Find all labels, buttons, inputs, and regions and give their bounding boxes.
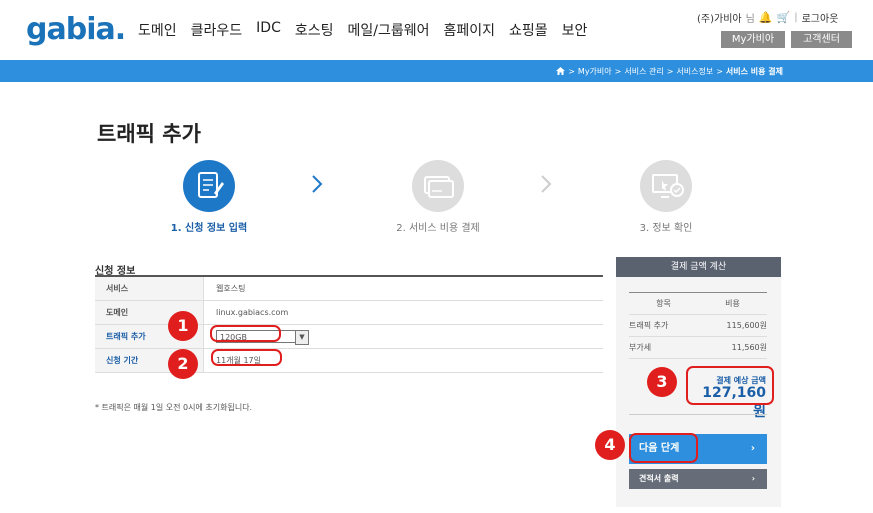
nav-shopping-mall[interactable]: 쇼핑몰 [509,20,548,40]
chevron-right-icon: › [751,474,755,483]
chevron-right-icon: › [750,443,755,454]
step-2-circle [412,160,464,212]
table-row: 트래픽 추가 115,600원 [629,315,767,337]
domain-value: linux.gabiacs.com [216,308,289,317]
gabia-logo[interactable]: gabia. [26,12,126,47]
nav-homepage[interactable]: 홈페이지 [444,20,496,40]
user-name: (주)가비아 [697,14,742,25]
nav-domain[interactable]: 도메인 [138,20,177,40]
cart-icon[interactable]: 🛒 [777,11,791,24]
step-2-label: 2. 서비스 비용 결제 [396,223,480,234]
chevron-right-icon [311,174,323,199]
print-quote-button[interactable]: 견적서 출력 › [629,469,767,489]
table-row: 부가세 11,560원 [629,337,767,359]
breadcrumb: > My가비아 > 서비스 관리 > 서비스정보 > 서비스 비용 결제 [556,66,783,77]
breadcrumb-item-my-gabia[interactable]: My가비아 [578,66,612,77]
breadcrumb-current: 서비스 비용 결제 [725,67,783,76]
service-value: 웹호스팅 [216,284,246,293]
divider: | [794,12,798,23]
breadcrumb-item-service-info[interactable]: 서비스정보 [676,66,713,77]
summary-table: 항목 비용 트래픽 추가 115,600원 부가세 11,560원 [629,292,767,359]
logout-link[interactable]: 로그아웃 [802,10,839,25]
user-suffix: 님 [745,14,755,25]
annotation-ring-3 [686,366,774,405]
nav-cloud[interactable]: 클라우드 [191,20,243,40]
annotation-number-1: 1 [168,311,198,341]
summary-header: 항목 비용 [629,293,767,315]
step-3-label: 3. 정보 확인 [639,223,693,234]
home-icon[interactable] [556,66,566,77]
payment-card-icon [424,176,454,198]
divider [629,414,767,415]
breadcrumb-item-service-manage[interactable]: 서비스 관리 [624,66,663,77]
chevron-down-icon[interactable]: ▼ [295,330,309,345]
nav-security[interactable]: 보안 [562,20,588,40]
col-cost: 비용 [725,299,740,308]
nav-hosting[interactable]: 호스팅 [295,20,334,40]
annotation-ring-4 [629,433,698,463]
service-label: 서비스 [95,277,204,300]
monitor-check-icon [652,174,684,198]
table-row: 서비스 웹호스팅 [95,277,603,301]
my-gabia-button[interactable]: My가비아 [721,31,785,48]
utility-bar: (주)가비아 님 🔔 🛒 | 로그아웃 [697,10,838,25]
chevron-right-icon [540,174,552,199]
traffic-reset-note: * 트래픽은 매월 1일 오전 0시에 초기화됩니다. [95,403,253,412]
customer-center-button[interactable]: 고객센터 [791,31,852,48]
step-1-label: 1. 신청 정보 입력 [170,223,248,234]
annotation-number-3: 3 [647,367,677,397]
step-1-circle [183,160,235,212]
step-3-circle [640,160,692,212]
nav-mail-groupware[interactable]: 메일/그룹웨어 [348,20,430,40]
main-nav: 도메인 클라우드 IDC 호스팅 메일/그룹웨어 홈페이지 쇼핑몰 보안 [138,20,587,40]
annotation-number-4: 4 [595,430,625,460]
annotation-number-2: 2 [168,349,198,379]
summary-title: 결제 금액 계산 [616,257,781,277]
notification-icon[interactable]: 🔔 [759,11,773,24]
page-title: 트래픽 추가 [97,122,201,146]
annotation-ring-2 [211,349,282,366]
nav-idc[interactable]: IDC [256,20,281,40]
col-item: 항목 [656,299,671,308]
annotation-ring-1 [210,325,281,342]
form-edit-icon [198,172,224,198]
